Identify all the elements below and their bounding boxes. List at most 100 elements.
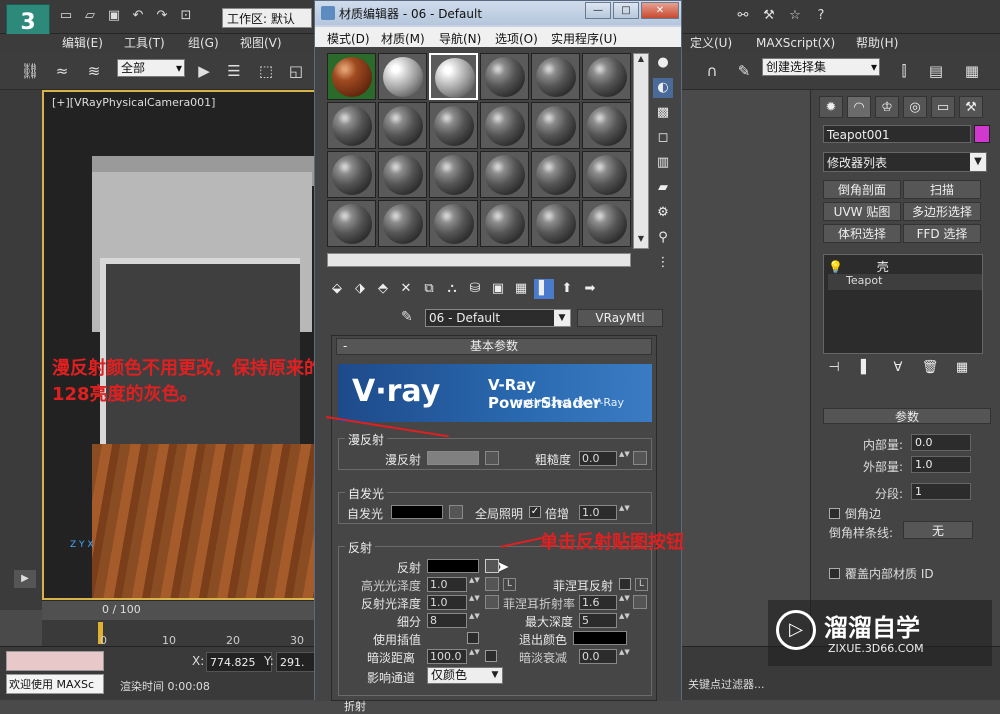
viewport-label[interactable]: [+][VRayPhysicalCamera001] (52, 96, 215, 109)
configure-sets-icon[interactable]: ▦ (951, 360, 973, 378)
uvw-map-button[interactable]: UVW 贴图 (823, 202, 901, 221)
max-depth-spinner[interactable]: 5 (579, 613, 617, 628)
parameters-rollout[interactable]: 参数 (823, 408, 991, 424)
selection-filter-dropdown[interactable]: 全部 (117, 59, 185, 77)
menu-maxscript[interactable]: MAXScript(X) (756, 34, 835, 52)
outer-amount-spinner[interactable]: 1.0 (911, 456, 971, 473)
refl-gloss-spinner[interactable]: 1.0 (427, 595, 467, 610)
material-name-field[interactable]: 06 - Default ▼ (425, 309, 571, 327)
go-forward-sibling-icon[interactable]: ➡ (580, 279, 600, 299)
collapse-icon[interactable]: - (343, 339, 347, 354)
menu-material[interactable]: 材质(M) (381, 30, 425, 47)
menu-help[interactable]: 帮助(H) (856, 34, 898, 52)
trackbar[interactable]: 0 10 20 30 (42, 620, 322, 647)
spinner-arrows-icon[interactable]: ▲▼ (469, 613, 480, 628)
multiplier-spinner[interactable]: 1.0 (579, 505, 617, 520)
magnet-icon[interactable]: ∩ (700, 60, 724, 82)
background-icon[interactable]: ▩ (653, 103, 673, 123)
bevel-edges-checkbox[interactable] (829, 508, 840, 519)
play-icon[interactable]: ▶ (14, 570, 36, 588)
sample-slot[interactable] (531, 102, 580, 149)
sample-slot[interactable] (480, 102, 529, 149)
roughness-spinner[interactable]: 0.0 (579, 451, 617, 466)
sample-slot[interactable] (531, 53, 580, 100)
make-unique-icon[interactable]: ⛬ (442, 279, 462, 299)
get-material-icon[interactable]: ⬙ (327, 279, 347, 299)
menu-utilities[interactable]: 实用程序(U) (551, 30, 617, 47)
slots-vertical-scrollbar[interactable]: ▲ ▼ (633, 53, 649, 249)
affect-channels-dropdown[interactable]: 仅颜色 ▼ (427, 667, 503, 684)
show-end-result-icon[interactable]: ▌ (534, 279, 554, 299)
dim-distance-checkbox[interactable] (485, 650, 497, 662)
new-file-icon[interactable]: ▭ (58, 8, 74, 24)
options-icon[interactable]: ⚙ (653, 203, 673, 223)
bind-spacewarp-icon[interactable]: ≋ (82, 60, 106, 82)
self-illum-map-button[interactable] (449, 505, 463, 519)
refl-gloss-map-button[interactable] (485, 595, 499, 609)
tools-icon[interactable]: ⚒ (760, 8, 778, 26)
backlight-icon[interactable]: ◐ (653, 78, 673, 98)
show-end-result-icon[interactable]: ▌ (855, 360, 877, 378)
sample-slot[interactable] (429, 102, 478, 149)
sample-slot[interactable] (378, 151, 427, 198)
layer-manager-icon[interactable]: ▦ (960, 60, 984, 82)
menu-customize[interactable]: 定义(U) (690, 34, 732, 52)
show-map-in-viewport-icon[interactable]: ▦ (511, 279, 531, 299)
fresnel-checkbox[interactable] (619, 578, 631, 590)
self-illum-color-swatch[interactable] (391, 505, 443, 519)
align-icon[interactable]: ▤ (924, 60, 948, 82)
time-slider[interactable]: 0 / 100 (42, 600, 322, 620)
remove-modifier-icon[interactable]: 🗑 (919, 360, 941, 378)
create-tab-icon[interactable]: ✹ (819, 96, 843, 118)
scroll-down-icon[interactable]: ▼ (634, 234, 648, 248)
edit-named-sel-icon[interactable]: ✎ (732, 60, 756, 82)
named-selection-sets-dropdown[interactable]: 创建选择集 (762, 58, 880, 76)
mirror-icon[interactable]: ⫿ (892, 60, 916, 82)
select-by-name-icon[interactable]: ☰ (222, 60, 246, 82)
sample-slot[interactable] (480, 200, 529, 247)
sample-slot[interactable] (582, 151, 631, 198)
material-editor-titlebar[interactable]: 材质编辑器 - 06 - Default — □ ✕ (315, 1, 681, 25)
slots-horizontal-scrollbar[interactable] (327, 253, 631, 267)
sample-slot[interactable] (378, 102, 427, 149)
chevron-down-icon[interactable]: ▼ (488, 668, 502, 683)
stack-item-shell[interactable]: 💡 壳 (828, 258, 978, 274)
select-by-material-icon[interactable]: ⚲ (653, 228, 673, 248)
material-id-icon[interactable]: ▣ (488, 279, 508, 299)
star-icon[interactable]: ☆ (786, 8, 804, 26)
window-crossing-icon[interactable]: ◱ (284, 60, 308, 82)
sample-type-icon[interactable]: ● (653, 53, 673, 73)
hierarchy-tab-icon[interactable]: ♔ (875, 96, 899, 118)
hilight-gloss-spinner[interactable]: 1.0 (427, 577, 467, 592)
material-type-button[interactable]: VRayMtl (577, 309, 663, 327)
use-interp-checkbox[interactable] (467, 632, 479, 644)
sample-slot[interactable] (582, 53, 631, 100)
chevron-down-icon[interactable]: ▼ (970, 153, 986, 171)
spinner-arrows-icon[interactable]: ▲▼ (619, 613, 630, 628)
modify-tab-icon[interactable]: ◠ (847, 96, 871, 118)
assign-to-selection-icon[interactable]: ⬘ (373, 279, 393, 299)
sample-uv-tiling-icon[interactable]: ◻ (653, 128, 673, 148)
maxscript-listener-mini[interactable] (6, 651, 104, 671)
inner-amount-spinner[interactable]: 0.0 (911, 434, 971, 451)
sweep-button[interactable]: 扫描 (903, 180, 981, 199)
sample-slot[interactable] (327, 53, 376, 100)
spinner-arrows-icon[interactable]: ▲▼ (469, 649, 480, 664)
region-select-icon[interactable]: ⬚ (254, 60, 278, 82)
eyedropper-icon[interactable]: ✎ (401, 309, 413, 325)
diffuse-map-button[interactable] (485, 451, 499, 465)
sample-slot[interactable] (582, 200, 631, 247)
project-icon[interactable]: ⊡ (178, 8, 194, 24)
fresnel-ior-spinner[interactable]: 1.6 (579, 595, 617, 610)
sample-slot[interactable] (378, 53, 427, 100)
object-name-field[interactable]: Teapot001 (823, 125, 971, 143)
bevel-spline-button[interactable]: 无 (903, 521, 973, 539)
chevron-down-icon[interactable]: ▼ (554, 310, 570, 326)
workspace-dropdown[interactable]: 工作区: 默认 (222, 8, 312, 28)
menu-views[interactable]: 视图(V) (240, 34, 282, 52)
unlink-icon[interactable]: ≈ (50, 60, 74, 82)
link-icon[interactable]: ⛓ (18, 60, 42, 82)
material-map-navigator-icon[interactable]: ⋮ (653, 253, 673, 273)
spinner-arrows-icon[interactable]: ▲▼ (619, 649, 630, 664)
gi-checkbox[interactable]: ✓ (529, 506, 541, 518)
